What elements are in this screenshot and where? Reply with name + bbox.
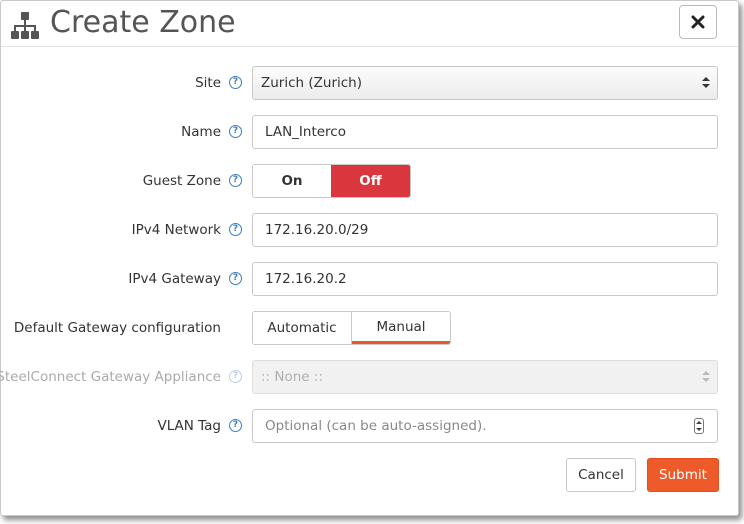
help-icon[interactable]: ?	[229, 174, 242, 187]
site-row: Site ? Zurich (Zurich)	[1, 66, 740, 100]
automatic-button[interactable]: Automatic	[253, 312, 352, 344]
number-spinner-icon[interactable]	[694, 418, 704, 434]
appliance-select-value: :: None ::	[261, 369, 323, 385]
vlan-tag-row: VLAN Tag ? Optional (can be auto-assigne…	[1, 409, 740, 443]
site-label: Site	[195, 75, 221, 91]
select-caret-icon	[702, 371, 710, 383]
name-label: Name	[181, 124, 221, 140]
ipv4-gateway-input[interactable]: 172.16.20.2	[252, 262, 718, 296]
help-icon: ?	[229, 370, 242, 383]
help-icon[interactable]: ?	[229, 76, 242, 89]
manual-button[interactable]: Manual	[352, 312, 450, 344]
dialog-title: Create Zone	[50, 5, 236, 40]
close-button[interactable]	[679, 5, 717, 39]
appliance-row: SteelConnect Gateway Appliance ? :: None…	[0, 360, 740, 394]
help-icon[interactable]: ?	[229, 272, 242, 285]
name-input[interactable]: LAN_Interco	[252, 115, 718, 149]
default-gateway-toggle: Automatic Manual	[252, 311, 451, 345]
appliance-select: :: None ::	[252, 360, 718, 394]
help-icon[interactable]: ?	[229, 125, 242, 138]
vlan-tag-placeholder: Optional (can be auto-assigned).	[265, 418, 487, 434]
ipv4-network-label: IPv4 Network	[131, 222, 221, 238]
ipv4-network-input[interactable]: 172.16.20.0/29	[252, 213, 718, 247]
ipv4-gateway-label: IPv4 Gateway	[128, 271, 221, 287]
guest-zone-label: Guest Zone	[142, 173, 221, 189]
help-icon[interactable]: ?	[229, 223, 242, 236]
default-gateway-label: Default Gateway configuration	[13, 320, 221, 336]
vlan-tag-input[interactable]: Optional (can be auto-assigned).	[252, 409, 718, 443]
default-gateway-row: Default Gateway configuration Automatic …	[1, 311, 740, 345]
guest-zone-on-button[interactable]: On	[253, 165, 331, 197]
ipv4-network-row: IPv4 Network ? 172.16.20.0/29	[1, 213, 740, 247]
header-divider	[1, 46, 738, 47]
help-icon[interactable]: ?	[229, 419, 242, 432]
site-select[interactable]: Zurich (Zurich)	[252, 66, 718, 100]
ipv4-gateway-row: IPv4 Gateway ? 172.16.20.2	[1, 262, 740, 296]
sitemap-icon	[11, 12, 39, 39]
guest-zone-toggle: On Off	[252, 164, 411, 198]
guest-zone-row: Guest Zone ? On Off	[1, 164, 740, 198]
name-row: Name ? LAN_Interco	[1, 115, 740, 149]
vlan-tag-label: VLAN Tag	[157, 418, 221, 434]
cancel-button[interactable]: Cancel	[566, 458, 636, 492]
close-icon	[691, 15, 705, 29]
guest-zone-off-button[interactable]: Off	[331, 165, 410, 197]
site-select-value: Zurich (Zurich)	[261, 75, 362, 91]
submit-button[interactable]: Submit	[647, 458, 719, 492]
appliance-label: SteelConnect Gateway Appliance	[0, 369, 221, 385]
select-caret-icon	[702, 77, 710, 89]
create-zone-dialog: Create Zone Site ? Zurich (Zurich) Name …	[0, 0, 739, 516]
